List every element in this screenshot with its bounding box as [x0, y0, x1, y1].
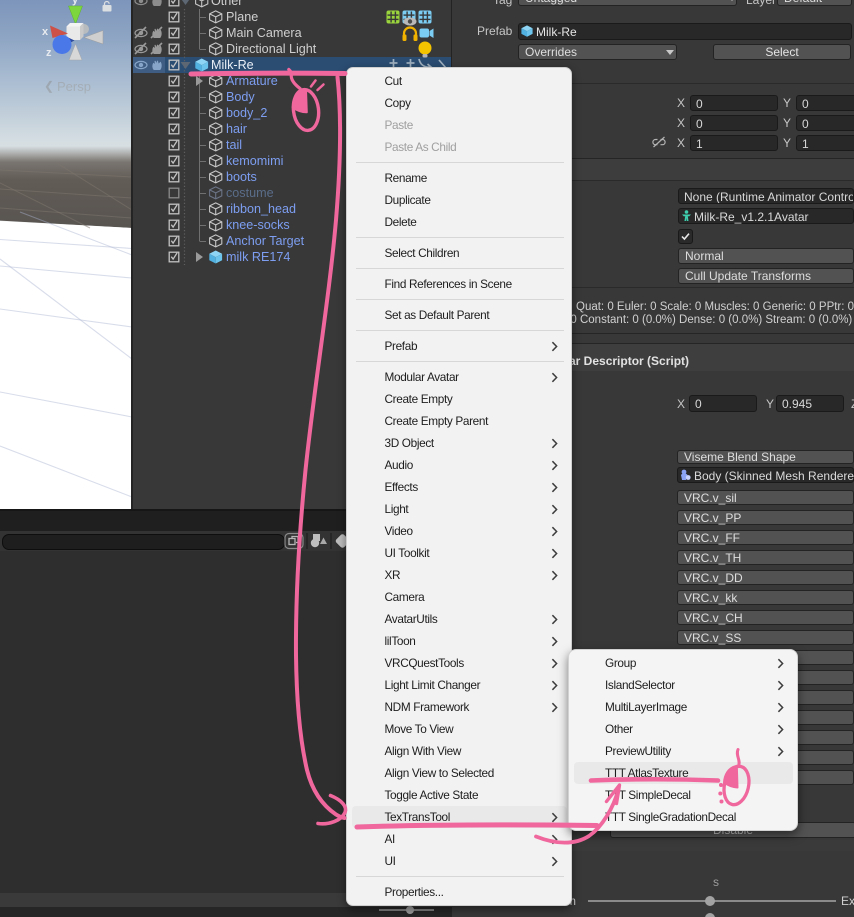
svg-text:z: z: [46, 47, 52, 59]
svg-text:y: y: [72, 0, 79, 6]
svg-text:x: x: [42, 26, 49, 38]
